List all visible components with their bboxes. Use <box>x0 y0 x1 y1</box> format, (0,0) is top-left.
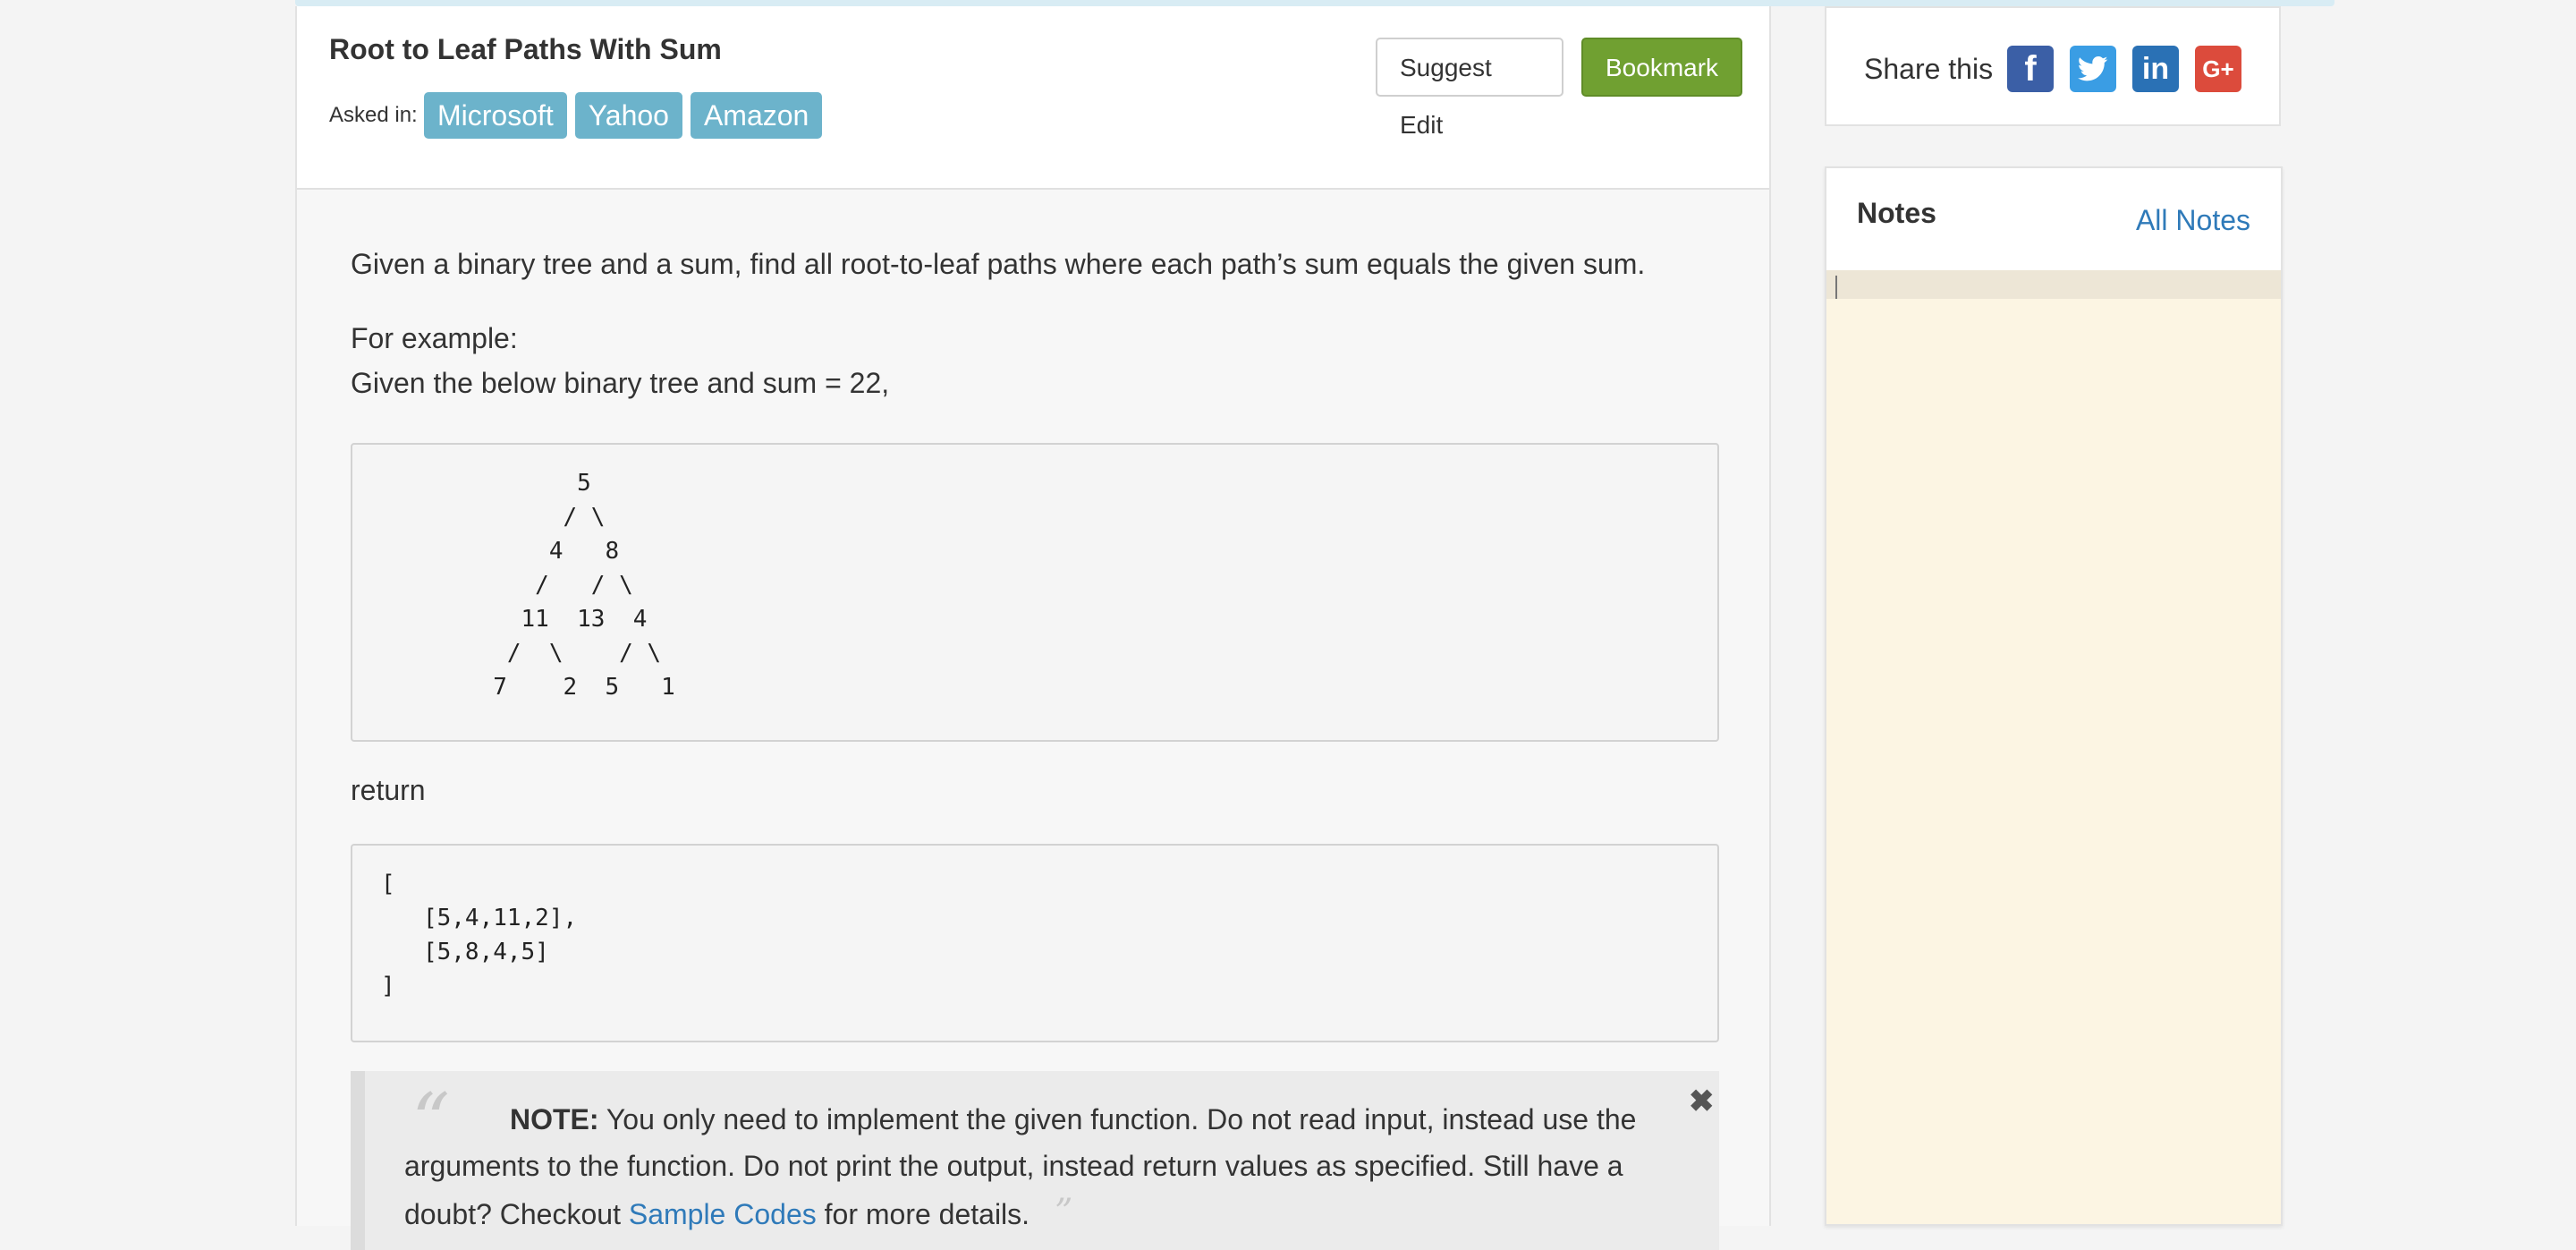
problem-title: Root to Leaf Paths With Sum <box>329 33 722 65</box>
facebook-icon[interactable]: f <box>2007 46 2054 92</box>
note-text: NOTE: You only need to implement the giv… <box>404 1096 1639 1237</box>
problem-description: Given a binary tree and a sum, find all … <box>351 248 1646 280</box>
close-quote-icon: ” <box>1055 1192 1073 1233</box>
company-tag-microsoft[interactable]: Microsoft <box>424 92 567 139</box>
example-intro: Given the below binary tree and sum = 22… <box>351 367 890 399</box>
return-label: return <box>351 774 426 806</box>
tree-code-block: 5 / \ 4 8 / / \ 11 13 4 / \ / \ 7 2 5 1 <box>351 443 1719 742</box>
return-code-block: [ [5,4,11,2], [5,8,4,5] ] <box>351 844 1719 1042</box>
google-plus-icon[interactable]: G+ <box>2195 46 2241 92</box>
close-icon[interactable]: ✖ <box>1689 1084 1715 1119</box>
company-tag-amazon[interactable]: Amazon <box>690 92 823 139</box>
top-strip <box>295 0 2334 6</box>
problem-header: Root to Leaf Paths With Sum Asked in: Mi… <box>297 6 1769 190</box>
notes-textarea[interactable] <box>1826 270 2281 1224</box>
twitter-icon[interactable] <box>2070 46 2116 92</box>
note-bold-label: NOTE: <box>510 1103 599 1135</box>
notes-panel: Notes All Notes <box>1825 166 2283 1226</box>
problem-panel: Root to Leaf Paths With Sum Asked in: Mi… <box>295 6 1771 1250</box>
linkedin-icon[interactable]: in <box>2132 46 2179 92</box>
asked-in-label: Asked in: <box>329 103 418 127</box>
bookmark-button[interactable]: Bookmark <box>1581 38 1742 97</box>
suggest-edit-button[interactable]: Suggest Edit <box>1376 38 1563 139</box>
all-notes-link[interactable]: All Notes <box>2136 204 2250 237</box>
share-box: Share this f in G+ <box>1825 6 2281 126</box>
share-label: Share this <box>1864 53 1994 85</box>
note-box: “ NOTE: You only need to implement the g… <box>351 1071 1719 1250</box>
company-tags: Microsoft Yahoo Amazon <box>424 92 823 139</box>
company-tag-yahoo[interactable]: Yahoo <box>574 92 682 139</box>
example-label: For example: <box>351 322 518 354</box>
notes-title: Notes <box>1857 197 1936 229</box>
